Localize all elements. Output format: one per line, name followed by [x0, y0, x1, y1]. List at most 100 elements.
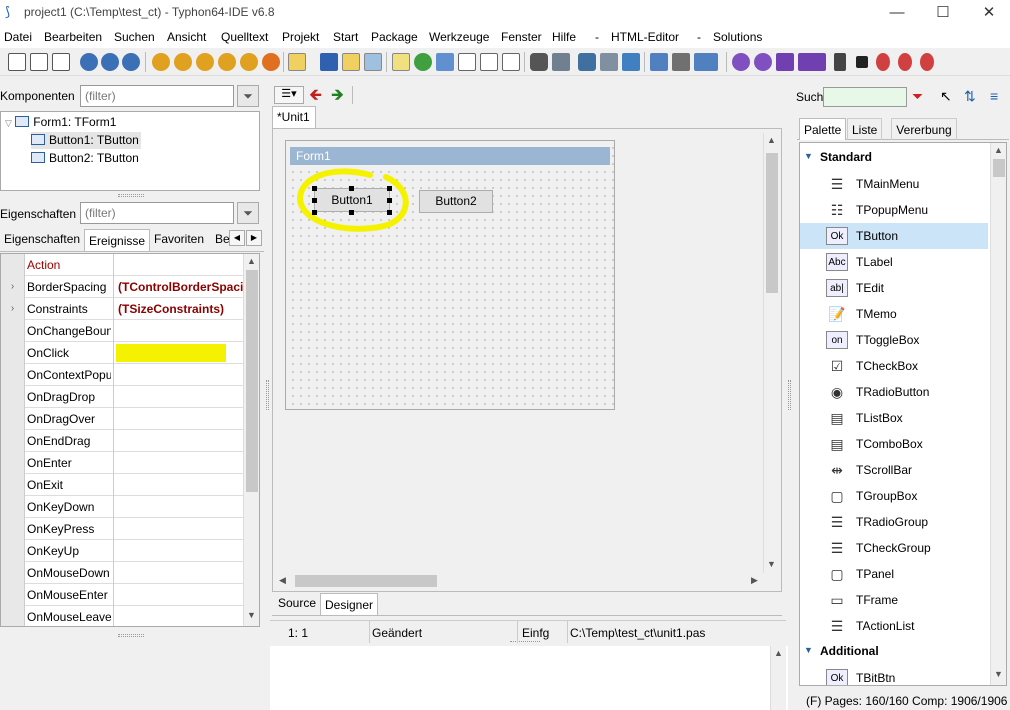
- editor-tab-unit1[interactable]: *Unit1: [272, 106, 316, 128]
- step-into-icon[interactable]: [876, 53, 890, 71]
- palette-item-tpanel[interactable]: ▢ TPanel: [800, 561, 988, 587]
- pause-icon[interactable]: [834, 53, 846, 71]
- stop-icon[interactable]: [856, 56, 868, 68]
- palette-item-tedit[interactable]: ab| TEdit: [800, 275, 988, 301]
- tab-scroll-left-icon[interactable]: ◀: [229, 230, 245, 246]
- property-value[interactable]: [113, 342, 243, 364]
- property-row[interactable]: OnMouseLeave: [1, 606, 243, 626]
- menu-werkzeuge[interactable]: Werkzeuge: [429, 30, 489, 44]
- collapse-icon[interactable]: ▽: [5, 118, 12, 128]
- property-value[interactable]: [113, 364, 243, 386]
- resize-handle[interactable]: [387, 198, 392, 203]
- properties-filter-input[interactable]: (filter): [80, 202, 234, 224]
- scroll-up-icon[interactable]: ▲: [774, 648, 783, 658]
- forward-arrow-icon[interactable]: 🡺: [331, 84, 344, 111]
- property-value[interactable]: [113, 540, 243, 562]
- menu-fenster[interactable]: Fenster: [501, 30, 542, 44]
- scroll-thumb[interactable]: [295, 575, 437, 587]
- property-value[interactable]: [113, 606, 243, 626]
- property-row[interactable]: OnEndDrag: [1, 430, 243, 452]
- new-window-icon[interactable]: [502, 53, 520, 71]
- palette-item-tcheckgroup[interactable]: ☰ TCheckGroup: [800, 535, 988, 561]
- palette-item-tscrollbar[interactable]: ⇹ TScrollBar: [800, 457, 988, 483]
- editor-menu-dropdown-icon[interactable]: ☰▾: [274, 86, 304, 104]
- tab-palette[interactable]: Palette: [799, 118, 847, 140]
- palette-item-tpopupmenu[interactable]: ☷ TPopupMenu: [800, 197, 988, 223]
- menu-html-editor[interactable]: HTML-Editor: [611, 30, 679, 44]
- property-value[interactable]: (TControlBorderSpacing): [113, 276, 243, 298]
- property-value[interactable]: (TSizeConstraints): [113, 298, 243, 320]
- cursor-select-icon[interactable]: ↖: [940, 88, 952, 105]
- view-forms-icon[interactable]: [480, 53, 498, 71]
- open-dropdown-icon[interactable]: [288, 53, 306, 71]
- options-menu-icon[interactable]: ≡: [990, 88, 998, 104]
- property-value[interactable]: [113, 518, 243, 540]
- tab-favoriten[interactable]: Favoriten: [150, 228, 208, 250]
- tab-scroll-right-icon[interactable]: ▶: [246, 230, 262, 246]
- menu-projekt[interactable]: Projekt: [282, 30, 319, 44]
- palette-item-tactionlist[interactable]: ☰ TActionList: [800, 613, 988, 639]
- property-row[interactable]: OnClick: [1, 342, 243, 364]
- scroll-thumb[interactable]: [766, 153, 778, 293]
- property-row[interactable]: OnEnter: [1, 452, 243, 474]
- palette-item-ttogglebox[interactable]: on TToggleBox: [800, 327, 988, 353]
- palette-item-tradiogroup[interactable]: ☰ TRadioGroup: [800, 509, 988, 535]
- palette-search-input[interactable]: [823, 87, 907, 107]
- save-icon[interactable]: [320, 53, 338, 71]
- tab-be[interactable]: Be: [211, 228, 229, 250]
- close-file-icon[interactable]: [364, 53, 382, 71]
- property-value[interactable]: [113, 320, 243, 342]
- scroll-up-icon[interactable]: ▲: [994, 145, 1003, 155]
- property-row[interactable]: OnKeyPress: [1, 518, 243, 540]
- layers-icon[interactable]: [650, 53, 668, 71]
- expand-icon[interactable]: ›: [1, 298, 25, 320]
- property-row[interactable]: OnMouseDown: [1, 562, 243, 584]
- gear-icon[interactable]: [732, 53, 750, 71]
- property-value[interactable]: [113, 254, 243, 276]
- package-open-icon[interactable]: [174, 53, 192, 71]
- run-dropdown-icon[interactable]: [798, 53, 826, 71]
- resize-handle[interactable]: [312, 210, 317, 215]
- property-value[interactable]: [113, 474, 243, 496]
- menu-solutions[interactable]: Solutions: [713, 30, 762, 44]
- inspector-icon[interactable]: [578, 53, 596, 71]
- property-row[interactable]: OnDragOver: [1, 408, 243, 430]
- globe-icon[interactable]: [414, 53, 432, 71]
- clear-filter-icon[interactable]: ⏷: [912, 88, 923, 105]
- resize-handle[interactable]: [387, 210, 392, 215]
- property-row[interactable]: OnContextPopup: [1, 364, 243, 386]
- palette-category[interactable]: ▼ Standard: [800, 145, 988, 171]
- splitter-handle[interactable]: [118, 194, 144, 197]
- package-install-icon[interactable]: [196, 53, 214, 71]
- clear-filter-icon[interactable]: ⏷: [237, 202, 259, 224]
- save-all-icon[interactable]: [342, 53, 360, 71]
- package-icon[interactable]: [152, 53, 170, 71]
- clear-filter-icon[interactable]: ⏷: [237, 85, 259, 107]
- button1-component[interactable]: Button1: [314, 188, 390, 212]
- property-value[interactable]: [113, 452, 243, 474]
- splitter-handle[interactable]: [118, 634, 144, 637]
- open-project-icon[interactable]: [80, 53, 98, 71]
- find-in-files-icon[interactable]: [552, 53, 570, 71]
- tree-item-button1[interactable]: Button1: TButton: [31, 132, 141, 149]
- resize-handle[interactable]: [349, 186, 354, 191]
- tree-view-icon[interactable]: ⇅: [964, 88, 976, 105]
- palette-item-tgroupbox[interactable]: ▢ TGroupBox: [800, 483, 988, 509]
- menu-hilfe[interactable]: Hilfe: [552, 30, 576, 44]
- scroll-down-icon[interactable]: ▼: [994, 669, 1003, 679]
- palette-item-tlabel[interactable]: Abc TLabel: [800, 249, 988, 275]
- property-row[interactable]: OnMouseEnter: [1, 584, 243, 606]
- save-project-icon[interactable]: [101, 53, 119, 71]
- property-row[interactable]: OnKeyUp: [1, 540, 243, 562]
- menu-start[interactable]: Start: [333, 30, 358, 44]
- step-over-icon[interactable]: [898, 53, 912, 71]
- property-value[interactable]: [113, 496, 243, 518]
- menu-datei[interactable]: Datei: [4, 30, 32, 44]
- palette-item-tbitbtn[interactable]: Ok TBitBtn: [800, 665, 988, 685]
- menu-quelltext[interactable]: Quelltext: [221, 30, 268, 44]
- edit-icon[interactable]: [392, 53, 410, 71]
- menu-package[interactable]: Package: [371, 30, 418, 44]
- resize-handle[interactable]: [349, 210, 354, 215]
- toggle-form-icon[interactable]: [436, 53, 454, 71]
- view-units-icon[interactable]: [458, 53, 476, 71]
